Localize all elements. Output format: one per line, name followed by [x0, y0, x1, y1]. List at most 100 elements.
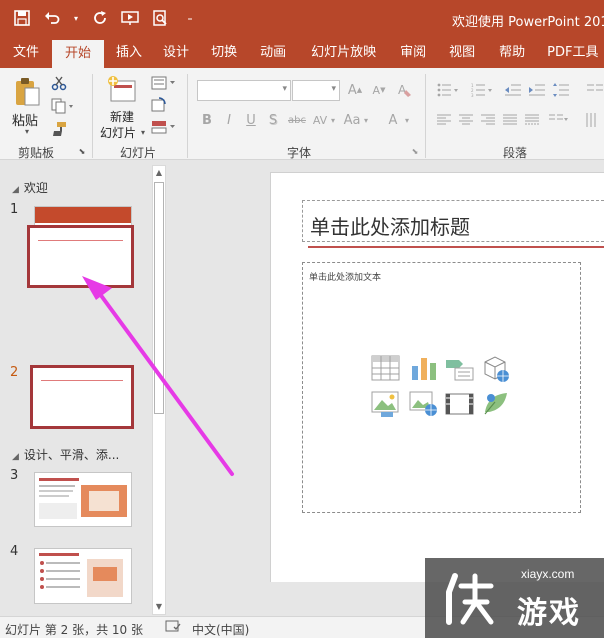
slide-thumbnail-1-dragging[interactable]: [27, 225, 134, 288]
tab-home[interactable]: 开始: [52, 40, 105, 68]
svg-text:3: 3: [471, 93, 474, 97]
format-painter-icon[interactable]: [50, 120, 68, 138]
undo-icon[interactable]: [42, 8, 62, 28]
chevron-down-icon: ▾: [331, 84, 336, 94]
title-placeholder-text: 单击此处添加标题: [310, 215, 470, 239]
chevron-down-icon[interactable]: ▾: [362, 114, 370, 126]
insert-icons-icon[interactable]: [481, 390, 511, 418]
font-size-combo[interactable]: ▾: [292, 80, 340, 101]
grow-font-icon[interactable]: A ▲: [346, 82, 364, 98]
section-label: 欢迎: [23, 181, 48, 195]
align-center-icon[interactable]: [458, 112, 474, 128]
chevron-down-icon[interactable]: ▾: [329, 114, 337, 126]
new-slide-icon[interactable]: [106, 74, 138, 104]
dialog-launcher-icon[interactable]: ⬊: [410, 146, 420, 156]
font-color-button[interactable]: A: [386, 112, 400, 128]
layout-icon[interactable]: [150, 74, 178, 92]
insert-3d-model-icon[interactable]: [481, 354, 511, 382]
new-slide-label-line1[interactable]: 新建: [110, 108, 134, 125]
tab-help[interactable]: 帮助: [487, 38, 537, 68]
cut-icon[interactable]: [50, 74, 68, 92]
ribbon-separator: [187, 74, 188, 158]
align-right-icon[interactable]: [480, 112, 496, 128]
title-divider-line: [308, 246, 604, 248]
distributed-icon[interactable]: [524, 112, 540, 128]
new-slide-label-line2[interactable]: 幻灯片: [100, 124, 136, 141]
insert-smartart-icon[interactable]: [445, 354, 475, 382]
tab-pdf-tools[interactable]: PDF工具: [537, 38, 598, 68]
save-icon[interactable]: [12, 8, 32, 28]
insert-chart-icon[interactable]: [409, 354, 439, 382]
ribbon-tabs: 文件 开始 插入 设计 切换 动画 幻灯片放映 审阅 视图 帮助 PDF工具: [0, 38, 604, 68]
shrink-font-icon[interactable]: A ▼: [370, 82, 388, 98]
tab-insert[interactable]: 插入: [104, 38, 152, 68]
slide-thumbnail-2[interactable]: [30, 365, 134, 429]
font-name-combo[interactable]: ▾: [197, 80, 291, 101]
shadow-button[interactable]: S: [266, 112, 280, 128]
section-label: 设计、平滑、添...: [23, 448, 120, 462]
clear-formatting-icon[interactable]: A: [396, 81, 414, 99]
paste-icon[interactable]: [12, 76, 42, 108]
slide-thumbnail-4[interactable]: [34, 548, 132, 604]
title-bar: ▾ ₌ 欢迎使用 PowerPoint 2016: [0, 0, 604, 38]
collapse-triangle-icon[interactable]: ◢: [12, 452, 19, 462]
chevron-down-icon[interactable]: ▾: [22, 126, 32, 136]
notes-check-icon[interactable]: [165, 620, 181, 637]
redo-icon[interactable]: [90, 8, 110, 28]
section-header-design[interactable]: ◢ 设计、平滑、添...: [12, 446, 119, 463]
tab-view[interactable]: 视图: [437, 38, 487, 68]
chevron-down-icon[interactable]: ▾: [138, 126, 148, 138]
text-direction-icon[interactable]: [584, 112, 602, 128]
collapse-triangle-icon[interactable]: ◢: [12, 185, 19, 195]
chevron-down-icon[interactable]: ▾: [403, 114, 411, 126]
dialog-launcher-icon[interactable]: ⬊: [77, 146, 87, 156]
bullets-icon[interactable]: [436, 81, 460, 99]
strikethrough-button[interactable]: abc: [286, 112, 308, 128]
slide-number: 2: [10, 365, 19, 380]
section-icon[interactable]: [150, 118, 178, 136]
tab-transitions[interactable]: 切换: [200, 38, 248, 68]
italic-button[interactable]: I: [222, 112, 236, 128]
underline-button[interactable]: U: [244, 112, 258, 128]
columns-icon[interactable]: [586, 81, 604, 99]
scrollbar-thumb[interactable]: [154, 182, 164, 414]
line-spacing-icon[interactable]: [552, 81, 576, 99]
thumbnail-preview-image: [39, 478, 127, 519]
decrease-indent-icon[interactable]: [504, 81, 522, 99]
chevron-down-icon[interactable]: ▾: [72, 8, 80, 28]
insert-video-icon[interactable]: [445, 390, 475, 418]
justify-icon[interactable]: [502, 112, 518, 128]
language-status[interactable]: 中文(中国): [192, 621, 249, 638]
tab-review[interactable]: 审阅: [389, 38, 437, 68]
tab-file[interactable]: 文件: [0, 38, 52, 68]
align-left-icon[interactable]: [436, 112, 452, 128]
scroll-down-icon[interactable]: ▼: [153, 600, 165, 614]
site-watermark: xiayx.com 游戏: [425, 558, 604, 638]
increase-indent-icon[interactable]: [528, 81, 546, 99]
tab-design[interactable]: 设计: [152, 38, 200, 68]
bold-button[interactable]: B: [200, 112, 214, 128]
slideshow-from-start-icon[interactable]: [120, 8, 140, 28]
copy-icon[interactable]: [50, 97, 76, 115]
char-spacing-button[interactable]: AV: [310, 112, 330, 128]
customize-qat-icon[interactable]: ₌: [180, 8, 200, 28]
insert-table-icon[interactable]: [371, 354, 401, 382]
thumbnail-scrollbar[interactable]: ▲ ▼: [152, 165, 166, 615]
tab-slideshow[interactable]: 幻灯片放映: [298, 38, 389, 68]
print-preview-icon[interactable]: [150, 8, 170, 28]
slides-group-label: 幻灯片: [120, 146, 157, 160]
column-layout-icon[interactable]: [548, 112, 570, 128]
tab-animations[interactable]: 动画: [248, 38, 298, 68]
title-placeholder[interactable]: 单击此处添加标题: [302, 200, 604, 242]
section-header-welcome[interactable]: ◢ 欢迎: [12, 179, 48, 196]
scroll-up-icon[interactable]: ▲: [153, 166, 165, 180]
insert-picture-icon[interactable]: [371, 390, 401, 418]
thumbnail-title-rule: [38, 240, 123, 241]
change-case-button[interactable]: Aa: [342, 112, 362, 128]
content-placeholder[interactable]: 单击此处添加文本: [302, 262, 581, 513]
insert-online-picture-icon[interactable]: [409, 390, 439, 418]
slide-thumbnail-3[interactable]: [34, 472, 132, 527]
reset-slide-icon[interactable]: [150, 96, 168, 114]
paragraph-group-label: 段落: [503, 146, 528, 160]
numbering-icon[interactable]: 123: [470, 81, 494, 99]
